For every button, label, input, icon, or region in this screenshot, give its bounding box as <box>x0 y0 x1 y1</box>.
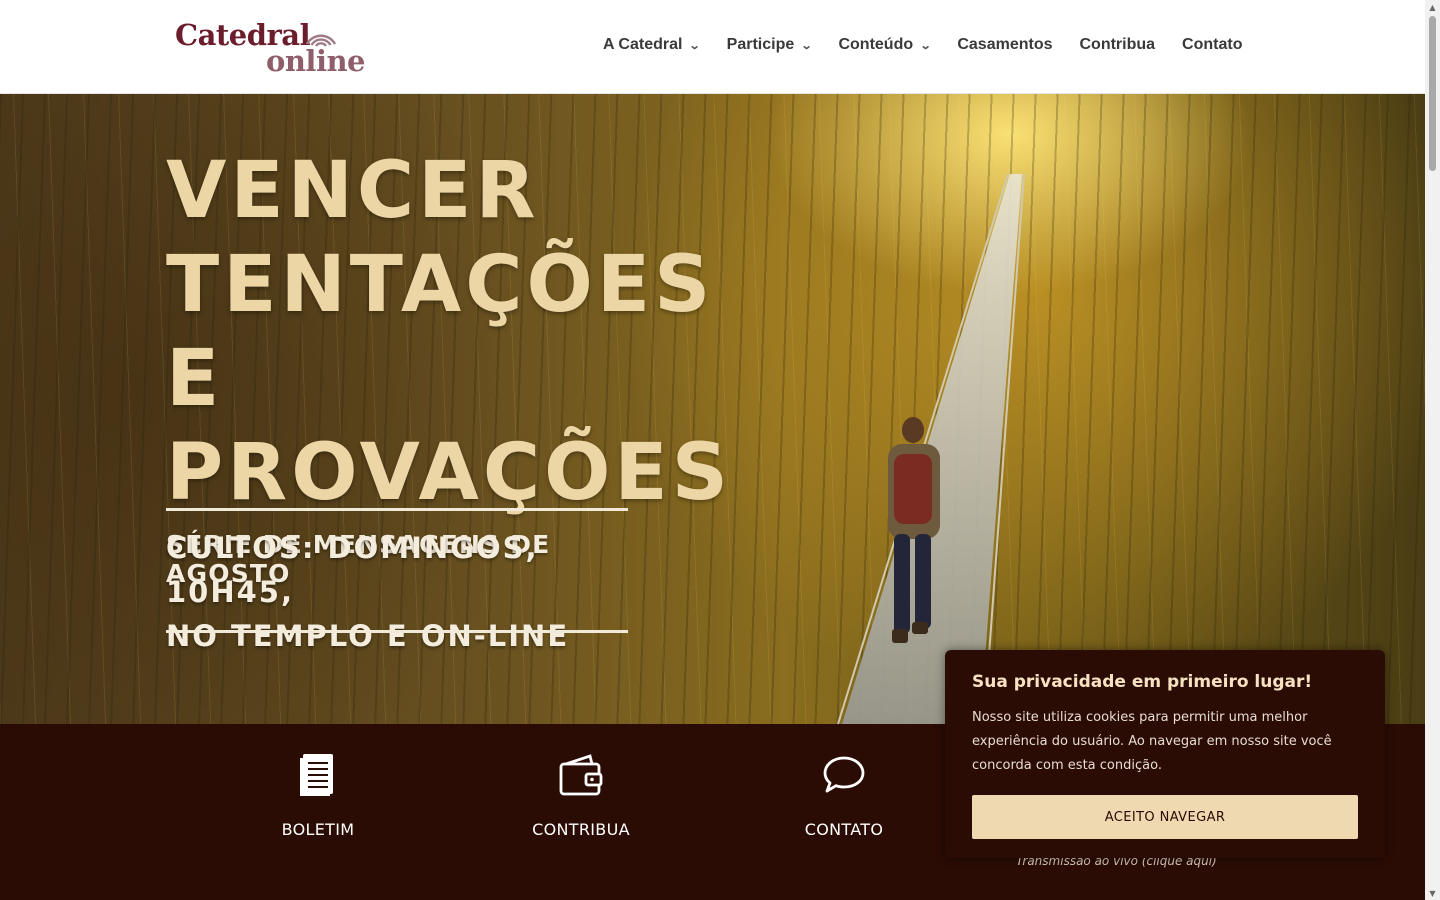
chat-bubble-icon <box>823 756 865 793</box>
nav-item-a-catedral[interactable]: A Catedral ⌄ <box>603 36 702 54</box>
quick-link-label: CONTATO <box>804 820 884 839</box>
chevron-down-icon: ⌄ <box>689 39 702 52</box>
site-logo[interactable]: Catedral online <box>175 18 366 78</box>
nav-label: Contribua <box>1079 36 1156 53</box>
site-header: Catedral online A Catedral ⌄ Participe ⌄… <box>0 0 1425 94</box>
nav-label: Conteúdo <box>838 36 914 53</box>
chevron-down-icon: ⌄ <box>800 39 813 52</box>
divider-top <box>166 508 628 511</box>
nav-label: Contato <box>1182 36 1243 53</box>
nav-label: Participe <box>726 36 795 53</box>
chevron-down-icon: ⌄ <box>919 39 932 52</box>
nav-label: Casamentos <box>957 36 1053 53</box>
cookie-message: Nosso site utiliza cookies para permitir… <box>972 710 1332 773</box>
hero-headline: VENCER TENTAÇÕES E PROVAÇÕES SÉRIE DE ME… <box>166 144 732 588</box>
divider-bottom <box>166 630 628 633</box>
nav-item-casamentos[interactable]: Casamentos <box>957 36 1052 54</box>
page-scrollbar[interactable]: ▲ ▼ <box>1425 0 1440 900</box>
hero-title-line: E PROVAÇÕES <box>166 334 732 518</box>
nav-item-participe[interactable]: Participe ⌄ <box>726 36 813 54</box>
hero-title-line: VENCER <box>166 146 540 236</box>
accept-cookies-button[interactable]: ACEITO NAVEGAR <box>972 795 1358 839</box>
quick-link-contato[interactable]: CONTATO <box>744 752 944 839</box>
cookie-consent-popup: Sua privacidade em primeiro lugar! Nosso… <box>945 650 1385 858</box>
logo-text-bottom: online <box>266 44 366 78</box>
hero-title-line: TENTAÇÕES <box>166 240 715 330</box>
document-icon <box>300 754 333 796</box>
nav-item-conteudo[interactable]: Conteúdo ⌄ <box>838 36 932 54</box>
scroll-down-arrow-icon[interactable]: ▼ <box>1425 886 1440 900</box>
wallet-icon <box>559 754 603 796</box>
cookie-title: Sua privacidade em primeiro lugar! <box>972 672 1313 692</box>
scrollbar-thumb[interactable] <box>1429 16 1436 171</box>
hero-service-times: CULTOS: DOMINGOS, 10H45, NO TEMPLO E ON-… <box>166 526 646 658</box>
quick-link-contribua[interactable]: CONTRIBUA <box>481 752 681 839</box>
main-nav: A Catedral ⌄ Participe ⌄ Conteúdo ⌄ Casa… <box>603 36 1242 54</box>
nav-item-contribua[interactable]: Contribua <box>1080 36 1156 54</box>
service-times-line: NO TEMPLO E ON-LINE <box>166 619 570 653</box>
quick-link-label: BOLETIM <box>281 820 355 839</box>
service-times-line: CULTOS: DOMINGOS, 10H45, <box>166 531 539 609</box>
quick-link-label: CONTRIBUA <box>532 820 630 839</box>
hero-banner[interactable]: VENCER TENTAÇÕES E PROVAÇÕES SÉRIE DE ME… <box>0 94 1425 724</box>
nav-label: A Catedral <box>603 36 683 53</box>
quick-link-boletim[interactable]: BOLETIM <box>218 752 418 839</box>
nav-item-contato[interactable]: Contato <box>1182 36 1242 54</box>
scroll-up-arrow-icon[interactable]: ▲ <box>1425 0 1440 14</box>
